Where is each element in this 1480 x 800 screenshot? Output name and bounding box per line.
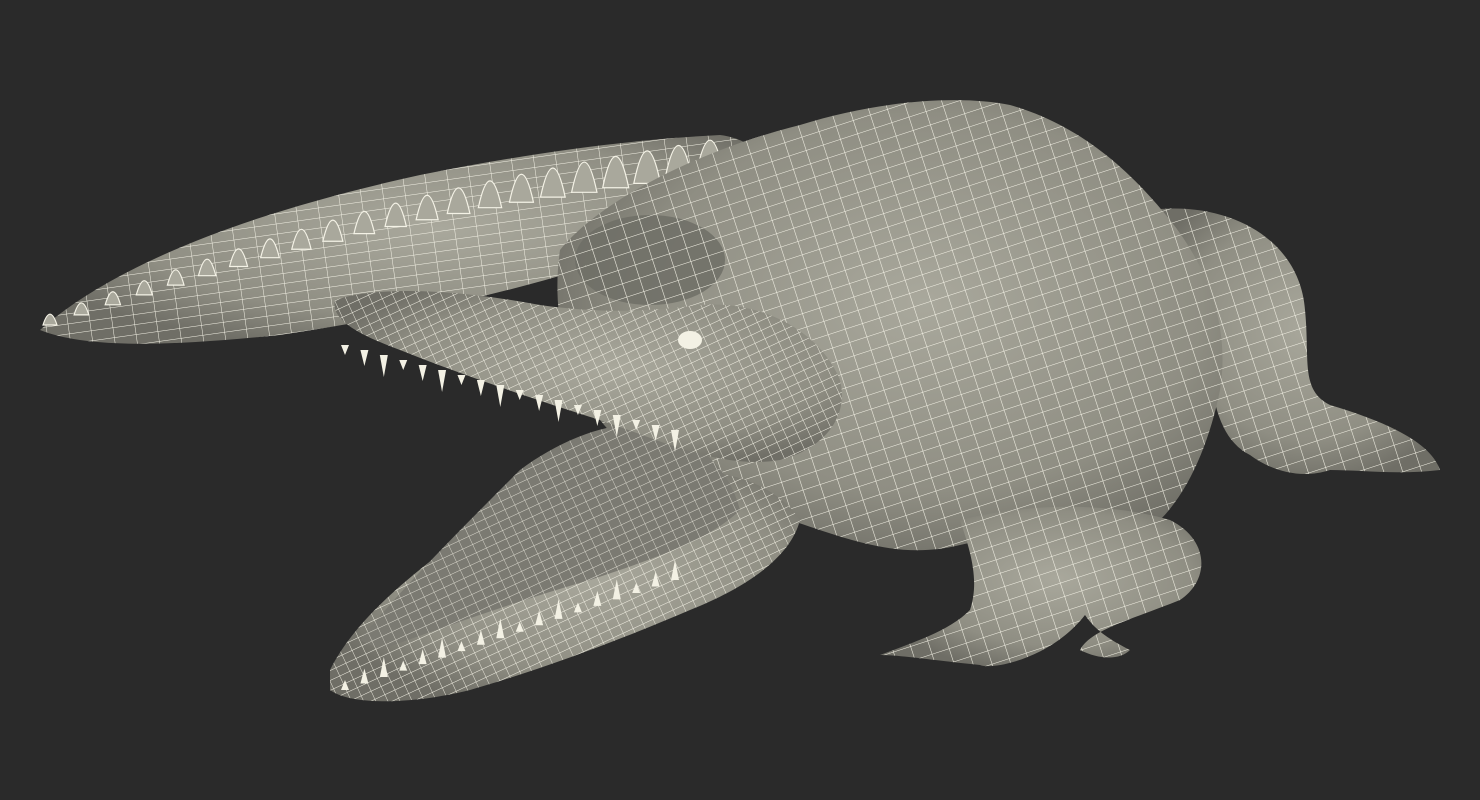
tooth bbox=[418, 365, 427, 381]
tooth bbox=[515, 390, 524, 400]
body-shadow bbox=[575, 215, 725, 305]
tooth bbox=[341, 345, 349, 355]
render-viewport bbox=[0, 0, 1480, 800]
tooth bbox=[360, 350, 369, 366]
tooth bbox=[438, 370, 447, 392]
tooth bbox=[476, 380, 485, 396]
tooth bbox=[554, 400, 563, 422]
tooth bbox=[399, 360, 408, 370]
eye bbox=[678, 331, 702, 349]
tooth bbox=[379, 355, 388, 377]
tooth bbox=[535, 395, 544, 411]
tooth bbox=[457, 375, 466, 385]
tooth bbox=[496, 385, 505, 407]
crocodile-wireframe-model bbox=[40, 100, 1440, 702]
tail-scute bbox=[42, 313, 58, 326]
